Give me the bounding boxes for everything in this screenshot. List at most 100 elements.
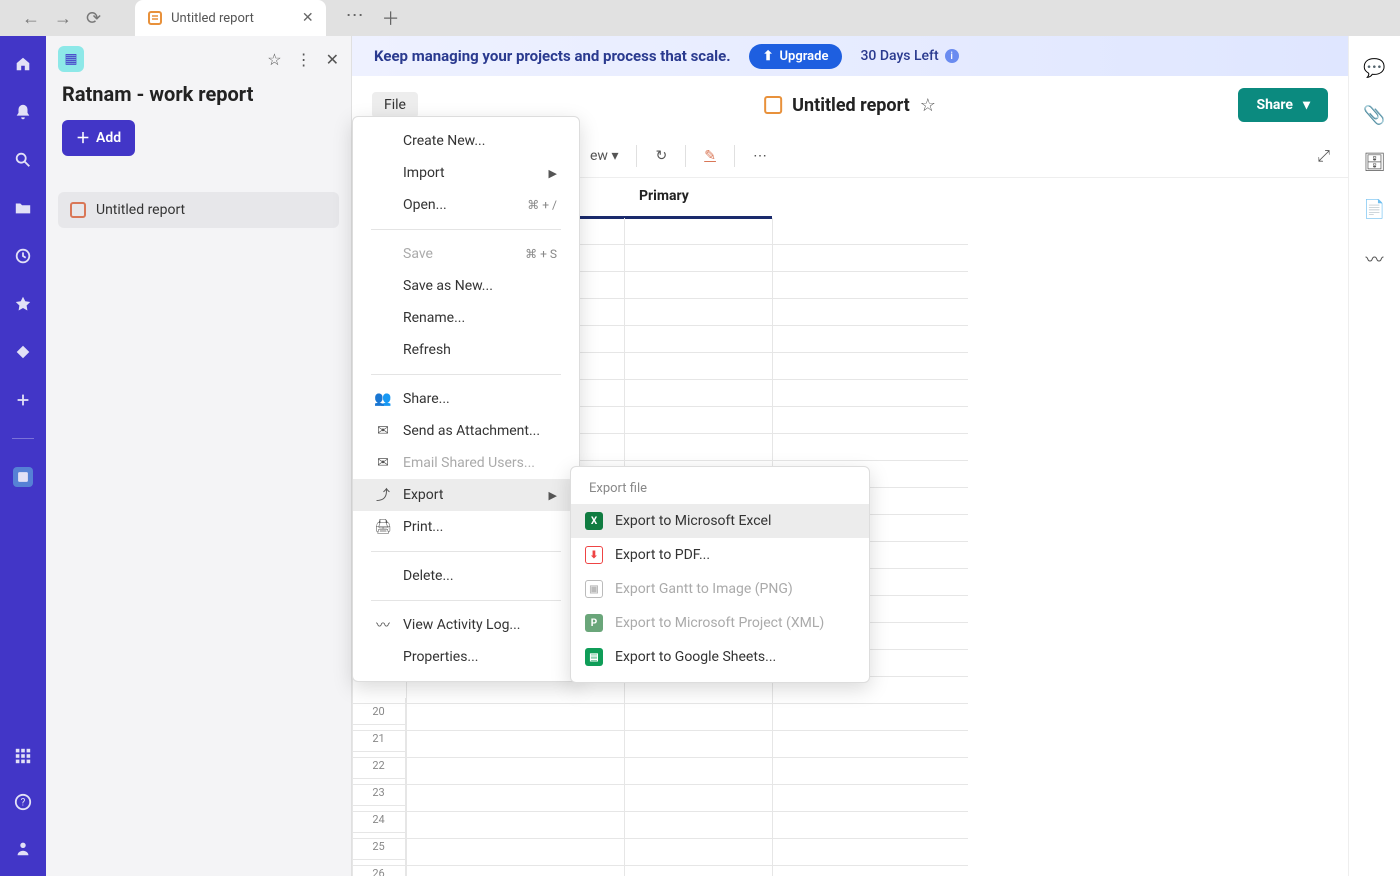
help-icon[interactable]: ? [13, 792, 33, 812]
chevron-right-icon: ▶ [549, 489, 557, 502]
workspace-app-icon[interactable]: ▦ [58, 46, 84, 72]
image-icon: ▣ [585, 580, 603, 598]
report-icon [147, 10, 163, 26]
info-icon[interactable]: i [945, 49, 959, 63]
grid-row[interactable] [352, 812, 968, 839]
expand-icon[interactable]: ⤢ [1317, 146, 1330, 166]
report-small-icon [70, 202, 86, 218]
reload-icon[interactable]: ⟳ [86, 8, 101, 29]
menu-properties[interactable]: Properties... [353, 641, 579, 673]
search-icon[interactable] [13, 150, 33, 170]
menu-share[interactable]: 👥Share... [353, 383, 579, 415]
close-panel-icon[interactable]: ✕ [326, 50, 339, 69]
attachment-icon[interactable]: 📎 [1363, 105, 1385, 126]
row-number[interactable]: 26 [352, 860, 406, 876]
menu-activity-log[interactable]: 〰View Activity Log... [353, 609, 579, 641]
document-icon [764, 96, 782, 114]
side-panel: ▦ ☆ ⋮ ✕ Ratnam - work report ＋ Add Untit… [46, 36, 352, 876]
menu-delete[interactable]: Delete... [353, 560, 579, 592]
banner-text: Keep managing your projects and process … [374, 47, 731, 65]
comment-icon[interactable]: 💬 [1363, 58, 1385, 79]
row-number[interactable]: 22 [352, 752, 406, 779]
chevron-down-icon: ▾ [1303, 97, 1310, 113]
upgrade-button-label: Upgrade [779, 49, 828, 64]
share-button[interactable]: Share ▾ [1238, 88, 1328, 122]
pdf-icon: ⬇ [585, 546, 603, 564]
export-submenu: Export file X Export to Microsoft Excel … [570, 466, 870, 683]
toolbar-separator [636, 145, 637, 167]
grid-row[interactable] [352, 758, 968, 785]
chevron-down-icon: ▾ [611, 148, 618, 164]
favorite-star-icon[interactable]: ☆ [920, 95, 936, 116]
activity-pulse-icon[interactable]: 〰 [1366, 246, 1384, 272]
export-google-sheets[interactable]: ▤ Export to Google Sheets... [571, 640, 869, 674]
row-number[interactable]: 20 [352, 698, 406, 725]
sidebar-item-report[interactable]: Untitled report [58, 192, 339, 228]
plus-small-icon: ＋ [76, 128, 90, 148]
close-tab-icon[interactable]: ✕ [302, 10, 314, 26]
add-button-label: Add [96, 130, 121, 146]
share-button-label: Share [1256, 97, 1293, 113]
workspace-title: Ratnam - work report [62, 82, 335, 106]
menu-separator [371, 551, 561, 552]
project-icon: P [585, 614, 603, 632]
tab-title: Untitled report [171, 11, 254, 26]
diamond-icon[interactable] [13, 342, 33, 362]
workspace-icon[interactable] [13, 467, 33, 487]
bell-icon[interactable] [13, 102, 33, 122]
trial-days-left: 30 Days Left i [860, 48, 958, 64]
plus-icon[interactable] [13, 390, 33, 410]
menu-open[interactable]: Open...⌘ + / [353, 189, 579, 221]
refresh-icon[interactable]: ↻ [655, 148, 667, 164]
row-number[interactable]: 24 [352, 806, 406, 833]
grid-row[interactable] [352, 785, 968, 812]
grid-row[interactable] [352, 704, 968, 731]
highlight-icon[interactable]: ✎ [704, 148, 716, 164]
row-number[interactable]: 23 [352, 779, 406, 806]
star-outline-icon[interactable]: ☆ [267, 50, 281, 69]
grid-row[interactable] [352, 839, 968, 866]
browser-tab[interactable]: Untitled report ✕ [135, 0, 326, 36]
star-icon[interactable] [13, 294, 33, 314]
export-ms-project: P Export to Microsoft Project (XML) [571, 606, 869, 640]
more-vertical-icon[interactable]: ⋮ [296, 50, 312, 69]
menu-print[interactable]: 🖨Print... [353, 511, 579, 543]
grid-row[interactable] [352, 731, 968, 758]
save-shortcut: ⌘ + S [525, 247, 557, 261]
back-icon[interactable]: ← [22, 8, 40, 29]
mail-icon: ✉ [375, 455, 391, 471]
menu-import[interactable]: Import▶ [353, 157, 579, 189]
folder-icon[interactable] [13, 198, 33, 218]
user-icon[interactable] [13, 838, 33, 858]
new-tab-icon[interactable]: ＋ [382, 5, 400, 31]
export-excel[interactable]: X Export to Microsoft Excel [571, 504, 869, 538]
row-number[interactable]: 21 [352, 725, 406, 752]
document-plus-icon[interactable]: 📄 [1363, 199, 1385, 220]
more-horizontal-icon[interactable]: ⋯ [753, 148, 767, 164]
column-header-primary[interactable]: Primary [627, 178, 701, 214]
forward-icon[interactable]: → [54, 8, 72, 29]
menu-rename[interactable]: Rename... [353, 302, 579, 334]
menu-separator [371, 374, 561, 375]
home-icon[interactable] [13, 54, 33, 74]
menu-export[interactable]: ⤴Export▶ [353, 479, 579, 511]
grid-row[interactable] [352, 866, 968, 876]
archive-icon[interactable]: 🗄 [1363, 152, 1386, 173]
upgrade-banner: Keep managing your projects and process … [352, 36, 1348, 76]
upgrade-button[interactable]: ⬆ Upgrade [749, 44, 843, 69]
add-button[interactable]: ＋ Add [62, 120, 135, 156]
mail-icon: ✉ [375, 423, 391, 439]
export-pdf[interactable]: ⬇ Export to PDF... [571, 538, 869, 572]
export-gantt-png: ▣ Export Gantt to Image (PNG) [571, 572, 869, 606]
row-number[interactable]: 25 [352, 833, 406, 860]
menu-create-new[interactable]: Create New... [353, 125, 579, 157]
menu-refresh[interactable]: Refresh [353, 334, 579, 366]
view-dropdown[interactable]: ew ▾ [590, 148, 618, 164]
tab-overflow-icon[interactable]: ⋯ [346, 5, 364, 31]
menu-send-attachment[interactable]: ✉Send as Attachment... [353, 415, 579, 447]
menu-save-as-new[interactable]: Save as New... [353, 270, 579, 302]
clock-icon[interactable] [13, 246, 33, 266]
document-title[interactable]: Untitled report [792, 95, 910, 116]
apps-grid-icon[interactable] [13, 746, 33, 766]
file-menu-button[interactable]: File [372, 92, 418, 118]
